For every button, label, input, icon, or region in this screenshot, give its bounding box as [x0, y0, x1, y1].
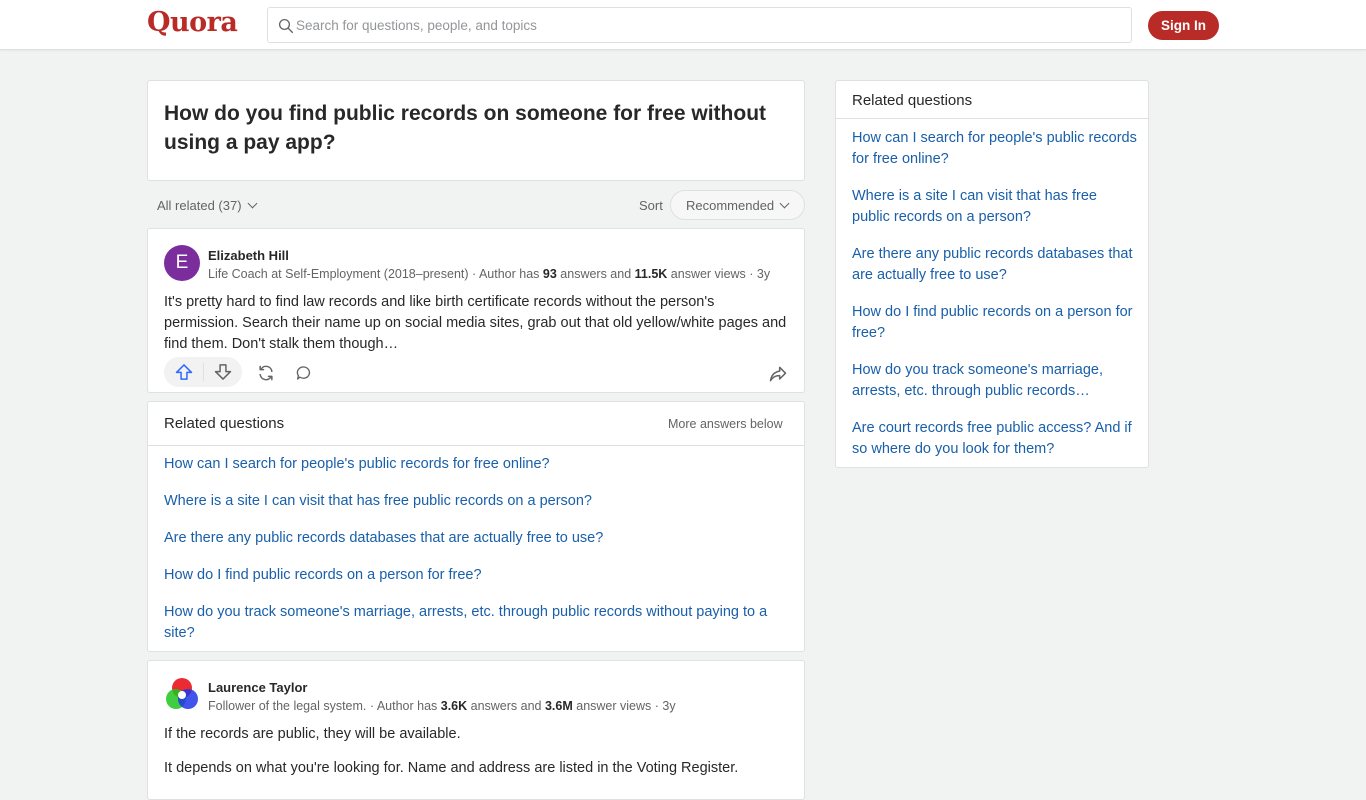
more-answers-below-label: More answers below: [668, 417, 783, 431]
all-related-label: All related (37): [157, 198, 242, 213]
related-question-link[interactable]: Where is a site I can visit that has fre…: [164, 491, 789, 512]
credential-text: Follower of the legal system. · Author h…: [208, 699, 441, 713]
views-count: 11.5K: [634, 267, 668, 281]
answer-filters: All related (37) Sort Recommended: [147, 190, 805, 220]
sort-label: Sort: [639, 198, 663, 213]
sidebar-question-link[interactable]: How do I find public records on a person…: [852, 302, 1137, 344]
related-question-link[interactable]: How can I search for people's public rec…: [164, 454, 789, 475]
all-related-dropdown[interactable]: All related (37): [157, 198, 257, 213]
comment-icon[interactable]: [295, 364, 313, 382]
credential-text: Life Coach at Self-Employment (2018–pres…: [208, 267, 543, 281]
answers-count: 93: [542, 267, 557, 281]
answer-card: E Elizabeth Hill Life Coach at Self-Empl…: [147, 228, 805, 393]
credential-text: answer views · 3y: [667, 267, 771, 281]
author-credentials: Follower of the legal system. · Author h…: [208, 699, 676, 713]
search-bar[interactable]: [267, 7, 1132, 43]
credential-text: answer views · 3y: [572, 699, 676, 713]
related-question-link[interactable]: How do I find public records on a person…: [164, 565, 789, 586]
top-nav-bar: Quora Sign In: [0, 0, 1366, 50]
related-question-link[interactable]: How do you track someone's marriage, arr…: [164, 602, 789, 644]
upvote-arrow-icon[interactable]: [174, 362, 194, 382]
related-questions-sidebar: Related questions How can I search for p…: [835, 80, 1149, 468]
sidebar-question-link[interactable]: Are court records free public access? An…: [852, 418, 1137, 460]
sort-dropdown[interactable]: Recommended: [670, 190, 805, 220]
search-icon: [278, 18, 294, 34]
question-card: How do you find public records on someon…: [147, 80, 805, 181]
answers-count: 3.6K: [440, 699, 468, 713]
question-title: How do you find public records on someon…: [164, 102, 767, 154]
share-icon[interactable]: [768, 364, 788, 384]
sort-value: Recommended: [686, 197, 775, 213]
reshare-icon[interactable]: [256, 363, 276, 383]
answer-text[interactable]: If the records are public, they will be …: [164, 724, 789, 745]
chevron-down-icon: [247, 198, 257, 209]
author-credentials: Life Coach at Self-Employment (2018–pres…: [208, 267, 770, 281]
sidebar-question-link[interactable]: Where is a site I can visit that has fre…: [852, 186, 1137, 228]
chevron-down-icon: [779, 198, 790, 208]
related-header: Related questions More answers below: [148, 402, 804, 446]
quora-logo[interactable]: Quora: [147, 7, 238, 38]
sidebar-title: Related questions: [852, 92, 973, 109]
search-input[interactable]: [296, 8, 1116, 42]
answer-text[interactable]: It depends on what you're looking for. N…: [164, 758, 789, 779]
downvote-arrow-icon[interactable]: [213, 362, 233, 382]
views-count: 3.6M: [544, 699, 573, 713]
author-name[interactable]: Elizabeth Hill: [208, 248, 289, 263]
credential-text: answers and: [556, 267, 635, 281]
avatar[interactable]: [164, 677, 200, 713]
sign-in-button[interactable]: Sign In: [1148, 11, 1219, 40]
sidebar-header: Related questions: [836, 81, 1148, 119]
sidebar-question-link[interactable]: Are there any public records databases t…: [852, 244, 1137, 286]
sidebar-question-link[interactable]: How can I search for people's public rec…: [852, 128, 1137, 170]
answer-text[interactable]: It's pretty hard to find law records and…: [164, 292, 789, 355]
avatar[interactable]: E: [164, 245, 200, 281]
related-questions-inline: Related questions More answers below How…: [147, 401, 805, 652]
vote-pill: [164, 357, 242, 387]
author-name[interactable]: Laurence Taylor: [208, 680, 307, 695]
sidebar-question-link[interactable]: How do you track someone's marriage, arr…: [852, 360, 1137, 402]
divider: [203, 363, 204, 381]
credential-text: answers and: [467, 699, 545, 713]
related-title: Related questions: [164, 415, 285, 432]
related-question-link[interactable]: Are there any public records databases t…: [164, 528, 789, 549]
answer-card: Laurence Taylor Follower of the legal sy…: [147, 660, 805, 800]
